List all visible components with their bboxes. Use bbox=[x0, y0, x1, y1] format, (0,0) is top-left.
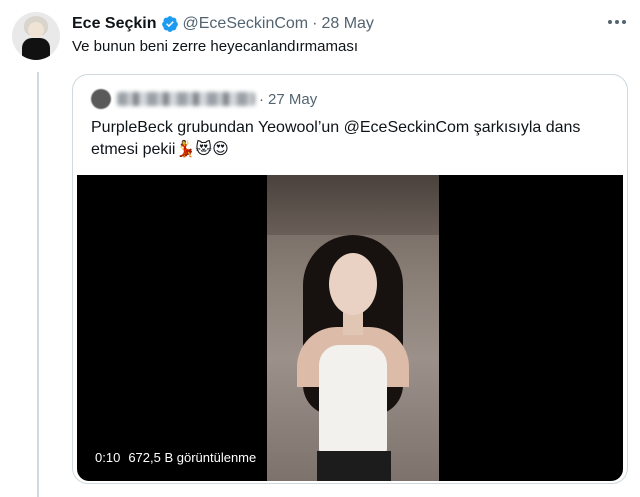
author-handle[interactable]: @EceSeckinCom bbox=[183, 15, 309, 33]
header-separator: · bbox=[312, 15, 318, 32]
quoted-author-name-blurred bbox=[117, 92, 255, 106]
video-views: 672,5 B görüntülenme bbox=[128, 449, 257, 465]
video-duration: 0:10 bbox=[95, 449, 121, 465]
quoted-tweet-header: · 27 May bbox=[91, 89, 317, 109]
quoted-header-separator: · bbox=[259, 90, 264, 108]
video-frame bbox=[267, 175, 439, 481]
author-avatar[interactable] bbox=[12, 12, 60, 60]
thread-line bbox=[37, 72, 39, 497]
tweet-header: Ece Seçkin @EceSeckinCom · 28 May bbox=[72, 14, 374, 34]
video-info-badge: 0:10 672,5 B görüntülenme bbox=[89, 445, 263, 469]
quoted-author-avatar-blurred bbox=[91, 89, 111, 109]
verified-badge-icon bbox=[161, 16, 178, 32]
quoted-tweet-card[interactable]: · 27 May PurpleBeck grubundan Yeowool’un… bbox=[72, 74, 628, 484]
video-player[interactable]: 0:10 672,5 B görüntülenme bbox=[77, 175, 623, 481]
quoted-tweet-date[interactable]: 27 May bbox=[268, 91, 317, 108]
more-options-icon[interactable] bbox=[603, 12, 631, 32]
tweet-text: Ve bunun beni zerre heyecanlandırmaması bbox=[72, 38, 359, 55]
quoted-tweet-text: PurpleBeck grubundan Yeowool’un @EceSeck… bbox=[91, 119, 581, 158]
author-name[interactable]: Ece Seçkin bbox=[72, 15, 157, 33]
tweet-date[interactable]: 28 May bbox=[321, 15, 373, 33]
